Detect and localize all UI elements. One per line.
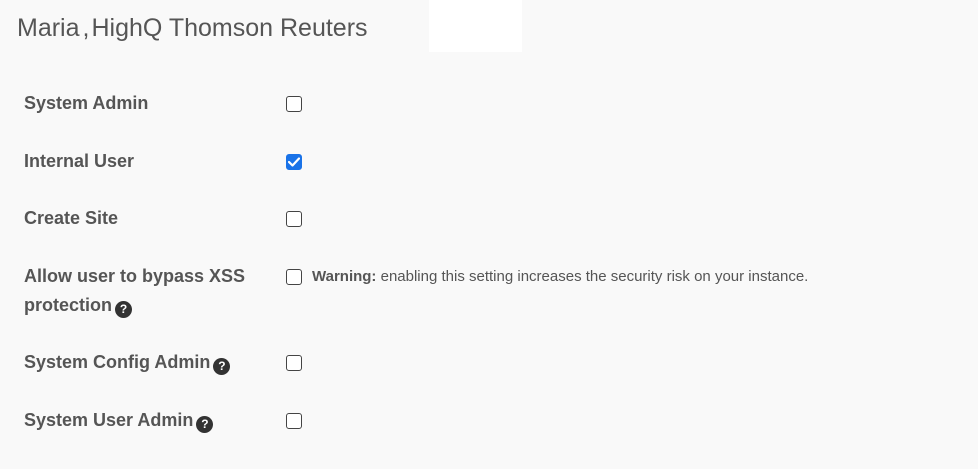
header-blank-area	[429, 0, 522, 52]
internal-user-checkbox[interactable]	[286, 154, 302, 170]
create-site-checkbox[interactable]	[286, 211, 302, 227]
permission-row-system-config-admin: System Config Admin?	[24, 348, 302, 377]
bypass-xss-label: Allow user to bypass XSS protection?	[24, 262, 286, 320]
xss-warning-message: Warning: enabling this setting increases…	[312, 262, 808, 291]
internal-user-label: Internal User	[24, 151, 135, 171]
bypass-xss-label-line1: Allow user to bypass XSS	[24, 266, 246, 286]
permission-row-system-admin: System Admin	[24, 89, 302, 118]
page-title: Maria ,HighQ Thomson Reuters	[17, 14, 368, 43]
system-user-admin-checkbox[interactable]	[286, 413, 302, 429]
bypass-xss-checkbox[interactable]	[286, 269, 302, 285]
user-name: Maria	[17, 14, 80, 42]
system-user-admin-label: System User Admin?	[24, 406, 286, 435]
permission-row-system-user-admin: System User Admin?	[24, 406, 302, 435]
bypass-xss-label-line2-text: protection	[24, 295, 112, 315]
question-circle-icon[interactable]: ?	[213, 358, 231, 375]
create-site-label: Create Site	[24, 208, 119, 228]
warning-label: Warning:	[312, 268, 377, 285]
warning-text: enabling this setting increases the secu…	[380, 268, 809, 285]
permission-row-create-site: Create Site	[24, 204, 302, 233]
question-circle-icon[interactable]: ?	[115, 301, 132, 318]
user-permissions-page: Maria ,HighQ Thomson Reuters System Admin…	[0, 0, 978, 469]
system-config-admin-label: System Config Admin?	[24, 348, 286, 377]
title-separator: ,	[82, 14, 90, 42]
checkmark-icon	[288, 157, 300, 167]
permission-row-bypass-xss: Allow user to bypass XSS protection? War…	[24, 262, 808, 320]
system-admin-label: System Admin	[24, 93, 149, 113]
permission-row-internal-user: Internal User	[24, 147, 302, 176]
organization-name: HighQ Thomson Reuters	[91, 14, 368, 42]
bypass-xss-label-line2: protection?	[24, 291, 286, 320]
system-admin-checkbox[interactable]	[286, 96, 302, 112]
system-config-admin-label-text: System Config Admin	[24, 352, 211, 372]
question-circle-icon[interactable]: ?	[196, 416, 214, 433]
system-user-admin-label-text: System User Admin	[24, 410, 194, 430]
system-config-admin-checkbox[interactable]	[286, 355, 302, 371]
